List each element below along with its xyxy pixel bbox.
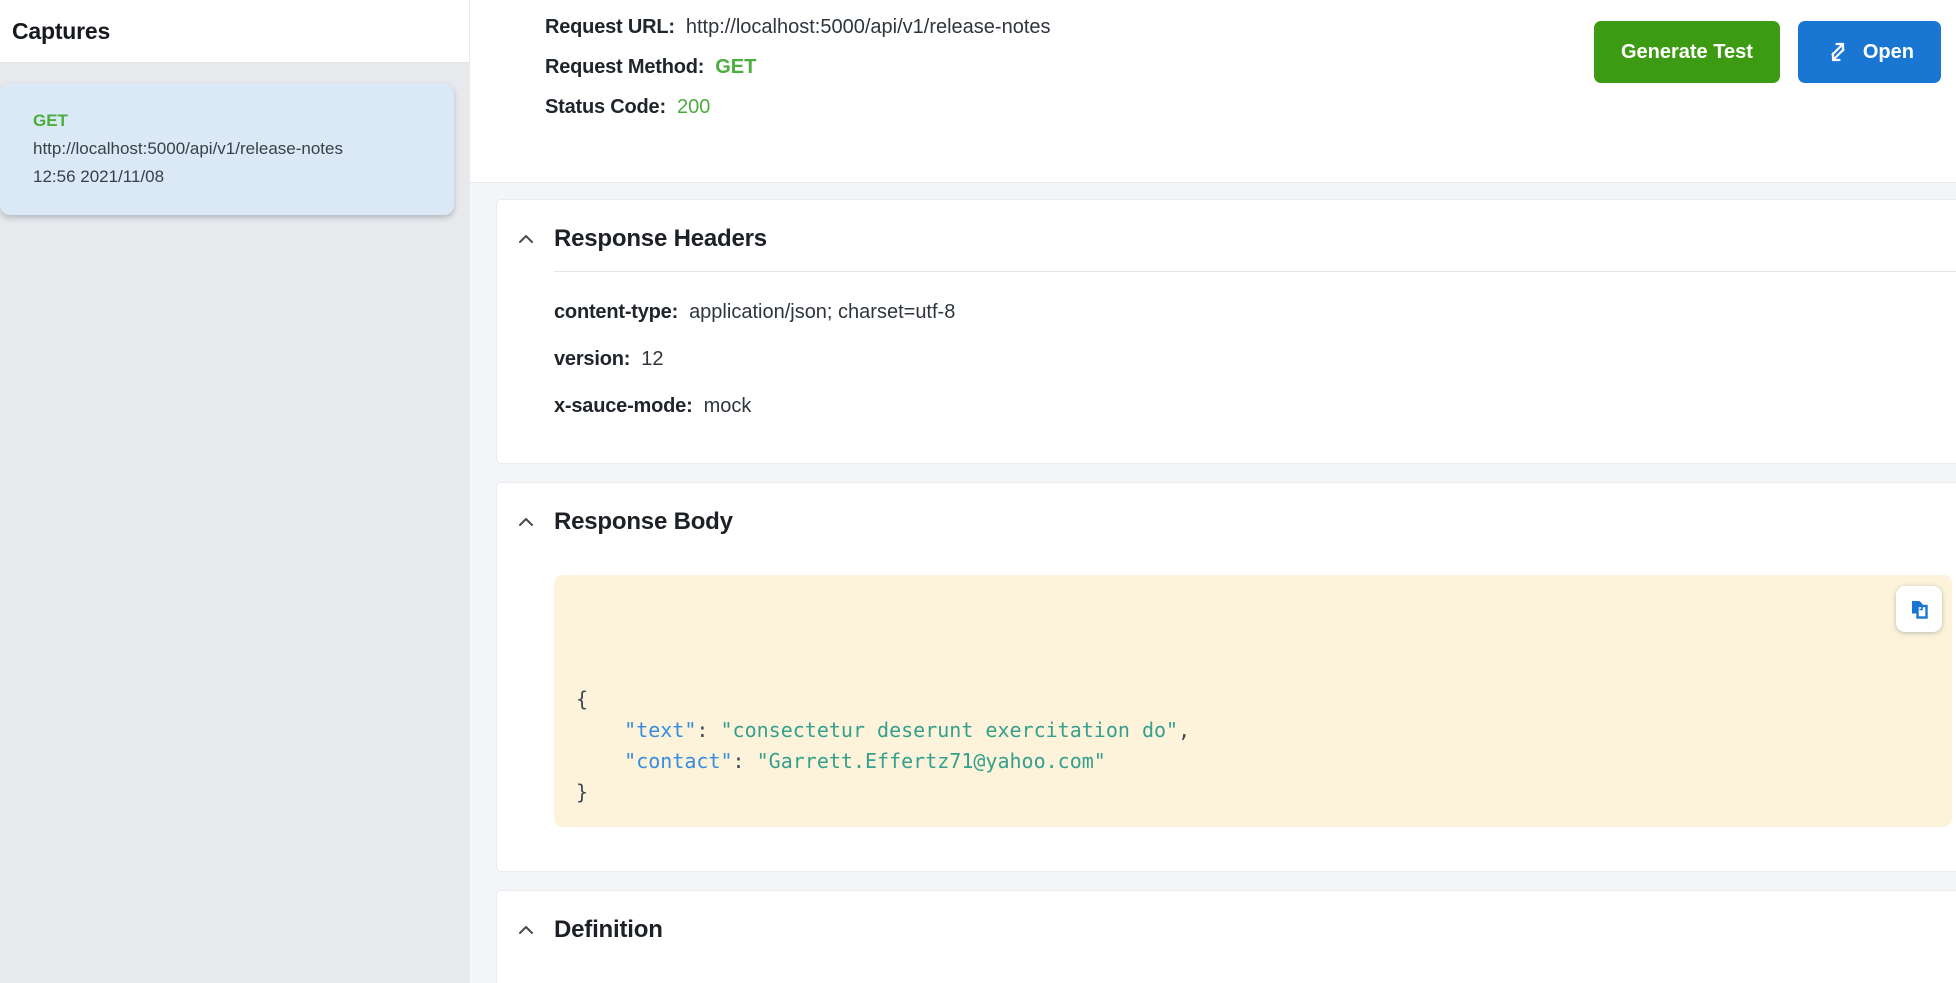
open-button[interactable]: Open bbox=[1798, 21, 1941, 83]
header-value: 12 bbox=[641, 348, 663, 371]
collapse-response-headers-button[interactable] bbox=[511, 224, 541, 254]
header-row: x-sauce-mode: mock bbox=[554, 395, 1956, 418]
sidebar-title: Captures bbox=[12, 18, 110, 45]
app-root: Captures GET http://localhost:5000/api/v… bbox=[0, 0, 1956, 983]
response-headers-section: Response Headers content-type: applicatio… bbox=[496, 199, 1956, 464]
generate-test-button[interactable]: Generate Test bbox=[1594, 21, 1780, 83]
response-body-section: Response Body { "text": "consectetur des… bbox=[496, 482, 1956, 872]
open-arrows-icon bbox=[1825, 39, 1851, 65]
generate-test-button-label: Generate Test bbox=[1621, 41, 1753, 64]
capture-url: http://localhost:5000/api/v1/release-not… bbox=[33, 135, 440, 163]
copy-icon bbox=[1908, 598, 1931, 621]
header-name: version: bbox=[554, 348, 630, 371]
status-code-label: Status Code: bbox=[545, 96, 666, 119]
code-line: "text": "consectetur deserunt exercitati… bbox=[576, 715, 1882, 746]
request-url-value: http://localhost:5000/api/v1/release-not… bbox=[686, 16, 1051, 39]
copy-response-body-button[interactable] bbox=[1896, 586, 1942, 632]
response-headers-title: Response Headers bbox=[554, 225, 767, 253]
response-headers-list: content-type: application/json; charset=u… bbox=[497, 272, 1956, 463]
header-name: x-sauce-mode: bbox=[554, 395, 693, 418]
response-body-code: { "text": "consectetur deserunt exercita… bbox=[554, 575, 1952, 827]
open-button-label: Open bbox=[1863, 41, 1914, 64]
definition-title: Definition bbox=[554, 916, 663, 944]
header-row: version: 12 bbox=[554, 348, 1956, 371]
chevron-up-icon bbox=[514, 510, 538, 534]
capture-detail-panel: Request URL: http://localhost:5000/api/v… bbox=[470, 0, 1956, 983]
response-body-header: Response Body bbox=[497, 483, 1956, 537]
chevron-up-icon bbox=[514, 918, 538, 942]
code-line: } bbox=[576, 777, 1882, 808]
status-code-value: 200 bbox=[677, 96, 710, 119]
collapse-definition-button[interactable] bbox=[511, 915, 541, 945]
captures-sidebar: Captures GET http://localhost:5000/api/v… bbox=[0, 0, 470, 983]
request-summary: Request URL: http://localhost:5000/api/v… bbox=[470, 0, 1956, 183]
header-value: mock bbox=[704, 395, 752, 418]
definition-header: Definition bbox=[497, 891, 1956, 945]
collapse-response-body-button[interactable] bbox=[511, 507, 541, 537]
code-line: { bbox=[576, 684, 1882, 715]
header-row: content-type: application/json; charset=u… bbox=[554, 301, 1956, 324]
request-url-label: Request URL: bbox=[545, 16, 675, 39]
request-method-value: GET bbox=[715, 56, 756, 79]
response-body-title: Response Body bbox=[554, 508, 733, 536]
response-headers-header: Response Headers bbox=[497, 200, 1956, 254]
request-method-label: Request Method: bbox=[545, 56, 704, 79]
capture-card-selected[interactable]: GET http://localhost:5000/api/v1/release… bbox=[0, 83, 454, 215]
capture-method-badge: GET bbox=[33, 107, 440, 135]
code-line: "contact": "Garrett.Effertz71@yahoo.com" bbox=[576, 746, 1882, 777]
capture-timestamp: 12:56 2021/11/08 bbox=[33, 163, 440, 191]
status-code-row: Status Code: 200 bbox=[545, 96, 1941, 119]
sidebar-header: Captures bbox=[0, 0, 469, 63]
action-buttons: Generate Test Open bbox=[1594, 21, 1941, 83]
header-name: content-type: bbox=[554, 301, 678, 324]
chevron-up-icon bbox=[514, 227, 538, 251]
header-value: application/json; charset=utf-8 bbox=[689, 301, 955, 324]
definition-section: Definition { "operation": { "uri": "/api… bbox=[496, 890, 1956, 983]
